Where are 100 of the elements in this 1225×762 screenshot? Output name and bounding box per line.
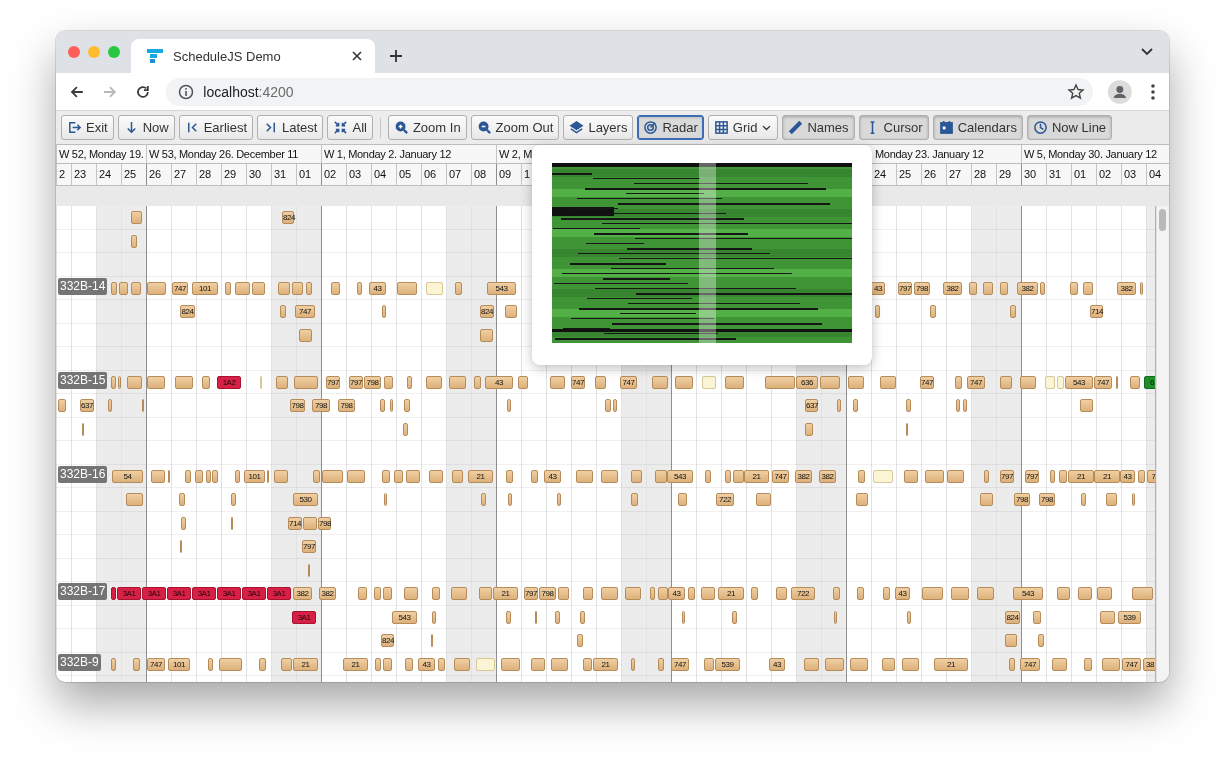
task-bar[interactable]: 43	[668, 587, 685, 600]
day-header: 09	[496, 164, 521, 185]
task-bar[interactable]: 21	[1068, 469, 1094, 483]
task-bar[interactable]: 21	[343, 657, 368, 671]
task-bar[interactable]: 722	[716, 493, 734, 506]
toolbar-button[interactable]: All	[327, 115, 373, 140]
task-bar[interactable]: 798	[312, 399, 330, 412]
task-bar[interactable]: 637	[80, 399, 94, 412]
task-bar[interactable]: 21	[493, 587, 518, 600]
day-header: 30	[1021, 164, 1046, 185]
task-bar[interactable]: 43	[769, 657, 785, 671]
task-bar[interactable]: 797	[524, 587, 538, 600]
toolbar-button[interactable]: Radar	[637, 115, 704, 140]
task-bar[interactable]: 798	[318, 516, 331, 530]
task-bar[interactable]: 797	[1025, 469, 1039, 483]
task-bar[interactable]: 747	[920, 375, 934, 389]
toolbar-button[interactable]: Now Line	[1026, 115, 1113, 140]
task-bar[interactable]: 797	[349, 375, 363, 389]
task-bar[interactable]: 797	[326, 375, 340, 389]
task-bar[interactable]: 539	[715, 657, 740, 671]
tab-title: ScheduleJS Demo	[173, 48, 282, 64]
task-bar[interactable]: 798	[539, 587, 556, 600]
task-bar[interactable]: 543	[392, 610, 417, 624]
task-bar[interactable]: 543	[1013, 587, 1043, 600]
toolbar-button[interactable]: Zoom Out	[470, 115, 560, 140]
task-bar[interactable]: 101	[244, 469, 265, 483]
task-bar[interactable]: 3A1	[242, 587, 266, 600]
task-bar[interactable]: 543	[1065, 375, 1093, 389]
task-bar[interactable]: 21	[718, 587, 744, 600]
address-field[interactable]: localhost:4200	[166, 77, 1094, 106]
task-bar[interactable]: 382	[293, 587, 312, 600]
task-bar[interactable]: 798	[364, 375, 381, 389]
task-bar[interactable]: 798	[338, 399, 355, 412]
toolbar-button[interactable]: Earliest	[178, 115, 254, 140]
task-bar[interactable]: 747	[172, 281, 188, 295]
task-bar[interactable]: 3A1	[142, 587, 166, 600]
day-header: 27	[946, 164, 971, 185]
task-bar[interactable]: 3A1	[217, 587, 241, 600]
task-bar[interactable]: 797	[898, 281, 912, 295]
task-bar[interactable]: 530	[293, 493, 318, 506]
task-bar[interactable]: 43	[895, 587, 910, 600]
task-bar[interactable]: 824	[282, 211, 294, 224]
task-bar[interactable]: 637	[805, 399, 818, 412]
url-text: localhost:4200	[203, 83, 294, 100]
toolbar-button[interactable]: Cursor	[858, 115, 929, 140]
toolbar-button[interactable]: Names	[782, 115, 855, 140]
task-bar[interactable]: 21	[934, 657, 968, 671]
task-bar[interactable]: 747	[1020, 657, 1040, 671]
day-header: 05	[396, 164, 421, 185]
task-bar[interactable]: 21	[1094, 469, 1120, 483]
task-bar[interactable]: 21	[593, 657, 618, 671]
task-bar[interactable]: 43	[369, 281, 386, 295]
task-bar[interactable]: 747	[147, 657, 165, 671]
task-bar[interactable]: 714	[1090, 305, 1103, 318]
task-bar[interactable]: 382	[943, 281, 962, 295]
task-bar[interactable]: 797	[302, 540, 316, 553]
task-bar[interactable]: 798	[1014, 493, 1030, 506]
task-bar[interactable]: 1A2	[217, 375, 241, 389]
task-bar[interactable]: 382	[1117, 281, 1136, 295]
task-bar[interactable]: 747	[1122, 657, 1141, 671]
task-bar[interactable]: 43	[1120, 469, 1135, 483]
day-header: 06	[421, 164, 446, 185]
toolbar-button[interactable]: Calendars	[932, 115, 1023, 140]
task-bar[interactable]: 101	[192, 281, 218, 295]
task-bar[interactable]: 722	[791, 587, 815, 600]
toolbar-button[interactable]: Now	[117, 115, 175, 140]
task-bar[interactable]: 747	[671, 657, 689, 671]
task-bar[interactable]: 798	[1039, 493, 1055, 506]
task-bar[interactable]: 382	[319, 587, 336, 600]
toolbar-button[interactable]: Latest	[257, 115, 324, 140]
task-bar[interactable]: 43	[418, 657, 435, 671]
task-bar[interactable]: 747	[295, 305, 315, 318]
toolbar-button[interactable]: Zoom In	[387, 115, 467, 140]
task-bar[interactable]: 3A1	[167, 587, 191, 600]
task-bar[interactable]: 824	[480, 305, 494, 318]
task-bar[interactable]: 43	[544, 469, 561, 483]
task-bar[interactable]: 543	[667, 469, 693, 483]
task-bar[interactable]: 543	[487, 281, 516, 295]
lane-label: 332B-17	[58, 583, 108, 600]
task-bar[interactable]: 824	[180, 305, 195, 318]
task-bar[interactable]: 798	[914, 281, 930, 295]
task-bar[interactable]: 747	[1094, 375, 1112, 389]
task-bar[interactable]: 747	[571, 375, 585, 389]
task-bar[interactable]: 798	[290, 399, 305, 412]
task-bar[interactable]: 43	[485, 375, 513, 389]
task-bar[interactable]: 3A1	[267, 587, 291, 600]
task-bar[interactable]: 3A1	[117, 587, 141, 600]
task-bar[interactable]: 747	[772, 469, 789, 483]
task-bar[interactable]: 382	[1017, 281, 1038, 295]
task-bar[interactable]: 824	[381, 634, 394, 647]
task-bar[interactable]: 101	[168, 657, 190, 671]
browser-tab[interactable]: ScheduleJS Demo	[131, 39, 375, 73]
toolbar-button[interactable]: Layers	[563, 115, 634, 140]
toolbar-button[interactable]: Exit	[61, 115, 114, 140]
task-bar[interactable]: 21	[744, 469, 769, 483]
toolbar-button[interactable]: Grid	[707, 115, 779, 140]
day-header: 2	[56, 164, 71, 185]
day-header: 02	[1096, 164, 1121, 185]
task-bar[interactable]: 539	[1118, 610, 1141, 624]
task-bar[interactable]: 3A1	[192, 587, 216, 600]
